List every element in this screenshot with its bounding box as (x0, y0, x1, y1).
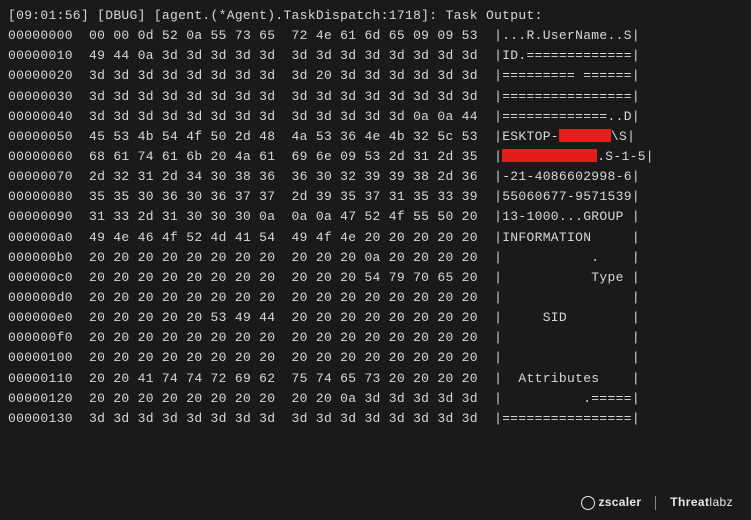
offset: 00000040 (8, 107, 89, 127)
ascii: |ID.=============| (494, 46, 640, 66)
zscaler-icon (581, 496, 595, 510)
offset: 00000050 (8, 127, 89, 147)
offset: 00000110 (8, 369, 89, 389)
offset: 00000120 (8, 389, 89, 409)
watermark: zscaler Threatlabz (581, 493, 733, 512)
hex-bytes: 31 33 2d 31 30 30 30 0a 0a 0a 47 52 4f 5… (89, 207, 478, 227)
offset: 00000100 (8, 348, 89, 368)
hex-row: 00000060 68 61 74 61 6b 20 4a 61 69 6e 0… (8, 147, 743, 167)
ascii: |================| (494, 87, 640, 107)
ascii: |INFORMATION | (494, 228, 640, 248)
hex-bytes: 35 35 30 36 30 36 37 37 2d 39 35 37 31 3… (89, 187, 478, 207)
offset: 00000070 (8, 167, 89, 187)
offset: 000000b0 (8, 248, 89, 268)
hex-bytes: 20 20 20 20 20 20 20 20 20 20 20 20 20 2… (89, 328, 478, 348)
ascii: | Attributes | (494, 369, 640, 389)
hex-bytes: 20 20 20 20 20 20 20 20 20 20 20 0a 20 2… (89, 248, 478, 268)
hex-row: 000000c0 20 20 20 20 20 20 20 20 20 20 2… (8, 268, 743, 288)
hex-row: 00000070 2d 32 31 2d 34 30 38 36 36 30 3… (8, 167, 743, 187)
hex-bytes: 20 20 20 20 20 53 49 44 20 20 20 20 20 2… (89, 308, 478, 328)
log-header: [09:01:56] [DBUG] [agent.(*Agent).TaskDi… (8, 6, 743, 26)
hex-bytes: 20 20 41 74 74 72 69 62 75 74 65 73 20 2… (89, 369, 478, 389)
zscaler-brand: zscaler (598, 493, 641, 512)
hex-bytes: 20 20 20 20 20 20 20 20 20 20 20 20 20 2… (89, 348, 478, 368)
hex-row: 00000080 35 35 30 36 30 36 37 37 2d 39 3… (8, 187, 743, 207)
ascii: | | (494, 328, 640, 348)
ascii: |...R.UserName..S| (494, 26, 640, 46)
hex-dump: 00000000 00 00 0d 52 0a 55 73 65 72 4e 6… (8, 26, 743, 429)
hex-bytes: 3d 3d 3d 3d 3d 3d 3d 3d 3d 3d 3d 3d 3d 3… (89, 409, 478, 429)
offset: 00000080 (8, 187, 89, 207)
hex-row: 00000100 20 20 20 20 20 20 20 20 20 20 2… (8, 348, 743, 368)
ascii: |13-1000...GROUP | (494, 207, 640, 227)
redaction (502, 149, 597, 161)
hex-bytes: 20 20 20 20 20 20 20 20 20 20 0a 3d 3d 3… (89, 389, 478, 409)
ascii: |ESKTOP-\S| (494, 127, 635, 147)
hex-row: 000000d0 20 20 20 20 20 20 20 20 20 20 2… (8, 288, 743, 308)
ascii: |-21-4086602998-6| (494, 167, 640, 187)
hex-row: 000000b0 20 20 20 20 20 20 20 20 20 20 2… (8, 248, 743, 268)
offset: 000000f0 (8, 328, 89, 348)
offset: 000000e0 (8, 308, 89, 328)
offset: 00000060 (8, 147, 89, 167)
hex-row: 00000020 3d 3d 3d 3d 3d 3d 3d 3d 3d 20 3… (8, 66, 743, 86)
ascii: |=============..D| (494, 107, 640, 127)
hex-row: 00000120 20 20 20 20 20 20 20 20 20 20 0… (8, 389, 743, 409)
hex-bytes: 00 00 0d 52 0a 55 73 65 72 4e 61 6d 65 0… (89, 26, 478, 46)
hex-row: 000000f0 20 20 20 20 20 20 20 20 20 20 2… (8, 328, 743, 348)
offset: 00000010 (8, 46, 89, 66)
hex-row: 00000090 31 33 2d 31 30 30 30 0a 0a 0a 4… (8, 207, 743, 227)
hex-bytes: 49 44 0a 3d 3d 3d 3d 3d 3d 3d 3d 3d 3d 3… (89, 46, 478, 66)
offset: 00000000 (8, 26, 89, 46)
hex-bytes: 3d 3d 3d 3d 3d 3d 3d 3d 3d 3d 3d 3d 3d 3… (89, 87, 478, 107)
ascii: | .=====| (494, 389, 640, 409)
offset: 000000c0 (8, 268, 89, 288)
hex-bytes: 2d 32 31 2d 34 30 38 36 36 30 32 39 39 3… (89, 167, 478, 187)
hex-row: 000000a0 49 4e 46 4f 52 4d 41 54 49 4f 4… (8, 228, 743, 248)
hex-row: 00000000 00 00 0d 52 0a 55 73 65 72 4e 6… (8, 26, 743, 46)
hex-row: 000000e0 20 20 20 20 20 53 49 44 20 20 2… (8, 308, 743, 328)
hex-bytes: 20 20 20 20 20 20 20 20 20 20 20 20 20 2… (89, 288, 478, 308)
redaction (559, 129, 611, 141)
hex-bytes: 49 4e 46 4f 52 4d 41 54 49 4f 4e 20 20 2… (89, 228, 478, 248)
ascii: | SID | (494, 308, 640, 328)
offset: 00000130 (8, 409, 89, 429)
hex-bytes: 45 53 4b 54 4f 50 2d 48 4a 53 36 4e 4b 3… (89, 127, 478, 147)
ascii: |.S-1-5| (494, 147, 654, 167)
divider-icon (655, 496, 656, 510)
offset: 00000020 (8, 66, 89, 86)
offset: 000000d0 (8, 288, 89, 308)
hex-bytes: 3d 3d 3d 3d 3d 3d 3d 3d 3d 3d 3d 3d 3d 0… (89, 107, 478, 127)
hex-bytes: 20 20 20 20 20 20 20 20 20 20 20 54 79 7… (89, 268, 478, 288)
threatlabz-brand: Threatlabz (670, 493, 733, 512)
ascii: | Type | (494, 268, 640, 288)
hex-bytes: 3d 3d 3d 3d 3d 3d 3d 3d 3d 20 3d 3d 3d 3… (89, 66, 478, 86)
ascii: |========= ======| (494, 66, 640, 86)
ascii: | | (494, 288, 640, 308)
hex-row: 00000130 3d 3d 3d 3d 3d 3d 3d 3d 3d 3d 3… (8, 409, 743, 429)
hex-row: 00000110 20 20 41 74 74 72 69 62 75 74 6… (8, 369, 743, 389)
ascii: | . | (494, 248, 640, 268)
hex-row: 00000040 3d 3d 3d 3d 3d 3d 3d 3d 3d 3d 3… (8, 107, 743, 127)
hex-row: 00000050 45 53 4b 54 4f 50 2d 48 4a 53 3… (8, 127, 743, 147)
offset: 000000a0 (8, 228, 89, 248)
ascii: | | (494, 348, 640, 368)
hex-row: 00000010 49 44 0a 3d 3d 3d 3d 3d 3d 3d 3… (8, 46, 743, 66)
hex-bytes: 68 61 74 61 6b 20 4a 61 69 6e 09 53 2d 3… (89, 147, 478, 167)
hex-row: 00000030 3d 3d 3d 3d 3d 3d 3d 3d 3d 3d 3… (8, 87, 743, 107)
offset: 00000030 (8, 87, 89, 107)
ascii: |================| (494, 409, 640, 429)
offset: 00000090 (8, 207, 89, 227)
ascii: |55060677-9571539| (494, 187, 640, 207)
